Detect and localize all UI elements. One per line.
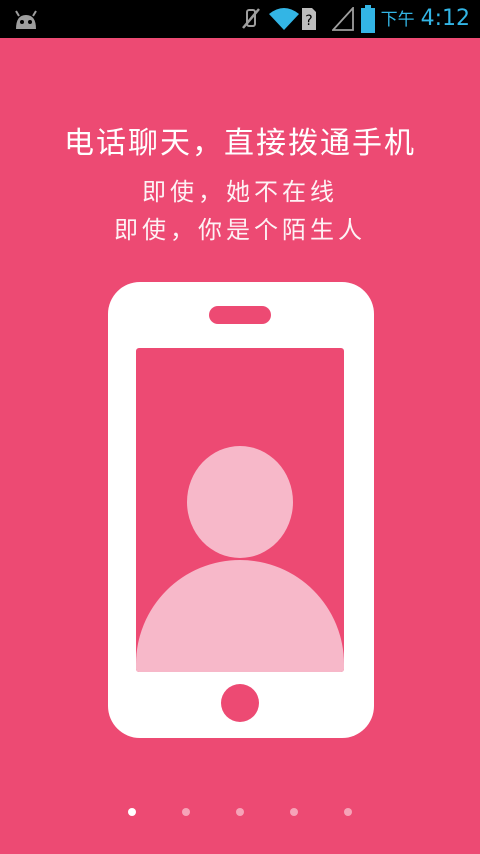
- avatar-body: [136, 560, 344, 672]
- intro-line-1: 即使，她不在线: [142, 178, 338, 206]
- phone-screen: [136, 348, 344, 672]
- phone-home-button: [221, 684, 259, 722]
- intro-headline: 电话聊天，直接拨通手机: [64, 126, 416, 161]
- signal-icon: [332, 7, 354, 31]
- status-clock: 下午 4:12: [381, 4, 470, 35]
- mute-icon: [242, 8, 260, 29]
- page-dot-5[interactable]: [344, 808, 352, 816]
- clock-time: 4:12: [420, 6, 470, 31]
- phone-illustration: [108, 282, 374, 738]
- unknown-sim-icon: ?: [302, 8, 316, 30]
- status-bar: ? 下午 4:12: [0, 0, 480, 38]
- page-dot-4[interactable]: [290, 808, 298, 816]
- page-dot-2[interactable]: [182, 808, 190, 816]
- wifi-icon: [269, 8, 299, 30]
- svg-text:?: ?: [305, 13, 312, 29]
- clock-period: 下午: [380, 10, 415, 30]
- android-icon: [15, 10, 37, 29]
- phone-speaker: [209, 306, 271, 324]
- battery-icon: [361, 5, 375, 33]
- intro-line-2: 即使，你是个陌生人: [114, 216, 366, 244]
- page-indicator: [0, 806, 480, 818]
- page-dot-3[interactable]: [236, 808, 244, 816]
- page-dot-1[interactable]: [128, 808, 136, 816]
- avatar-head: [187, 446, 293, 558]
